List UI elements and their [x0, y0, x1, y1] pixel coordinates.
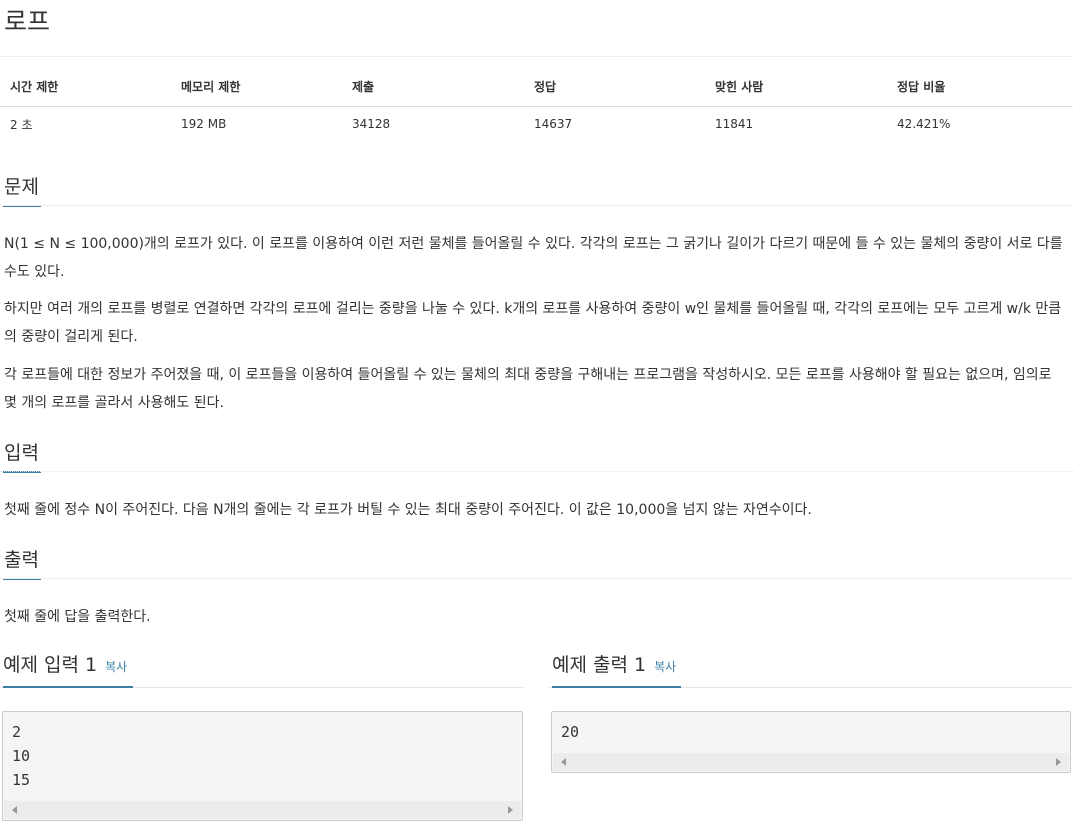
header-memory-limit: 메모리 제한	[171, 78, 342, 107]
code-line: 2	[12, 723, 22, 741]
scroll-left-icon[interactable]	[561, 758, 566, 766]
header-submissions: 제출	[342, 78, 524, 107]
code-line: 20	[561, 723, 580, 741]
copy-sample-input-button[interactable]: 복사	[105, 660, 127, 674]
section-divider	[0, 471, 1073, 472]
section-divider	[0, 205, 1073, 206]
header-solvers: 맞힌 사람	[705, 78, 887, 107]
sample-title-underline	[552, 686, 681, 688]
value-memory-limit: 192 MB	[181, 117, 227, 131]
value-accepted: 14637	[534, 117, 573, 131]
input-description: 첫째 줄에 정수 N이 주어진다. 다음 N개의 줄에는 각 로프가 버틸 수 …	[4, 502, 812, 518]
table-row: 2 초 192 MB 34128 14637 11841 42.421%	[0, 107, 1073, 142]
value-submissions: 34128	[352, 117, 391, 131]
sample-input-title-text: 예제 입력 1	[3, 654, 98, 676]
input-heading: 입력	[4, 442, 39, 464]
output-heading: 출력	[4, 549, 39, 571]
header-accepted: 정답	[524, 78, 705, 107]
copy-sample-output-button[interactable]: 복사	[654, 660, 676, 674]
scroll-right-icon[interactable]	[508, 806, 513, 814]
page-title: 로프	[4, 7, 51, 36]
title-divider	[0, 56, 1073, 57]
value-time-limit: 2 초	[10, 117, 33, 132]
sample-output-title: 예제 출력 1 복사	[552, 650, 676, 677]
sample-output-title-text: 예제 출력 1	[552, 654, 647, 676]
section-divider	[0, 578, 1073, 579]
description-paragraph-1: N(1 ≤ N ≤ 100,000)개의 로프가 있다. 이 로프를 이용하여 …	[4, 236, 1063, 280]
sample-input-title: 예제 입력 1 복사	[3, 650, 127, 677]
table-header-row: 시간 제한 메모리 제한 제출 정답 맞힌 사람 정답 비율	[0, 78, 1073, 107]
sample-title-underline	[3, 686, 133, 688]
code-line: 15	[12, 771, 31, 789]
horizontal-scrollbar[interactable]	[4, 801, 521, 819]
value-accept-ratio: 42.421%	[897, 117, 951, 131]
description-paragraph-2: 하지만 여러 개의 로프를 병렬로 연결하면 각각의 로프에 걸리는 중량을 나…	[4, 301, 1062, 345]
scroll-right-icon[interactable]	[1056, 758, 1061, 766]
description-heading: 문제	[4, 176, 39, 198]
value-solvers: 11841	[715, 117, 754, 131]
header-accept-ratio: 정답 비율	[887, 78, 1073, 107]
description-paragraph-3: 각 로프들에 대한 정보가 주어졌을 때, 이 로프들을 이용하여 들어올릴 수…	[4, 367, 1052, 411]
output-description: 첫째 줄에 답을 출력한다.	[4, 609, 151, 625]
header-time-limit: 시간 제한	[0, 78, 171, 107]
problem-info-table: 시간 제한 메모리 제한 제출 정답 맞힌 사람 정답 비율 2 초 192 M…	[0, 78, 1073, 141]
sample-input-code-block[interactable]: 2 10 15	[2, 711, 523, 821]
scroll-left-icon[interactable]	[12, 806, 17, 814]
horizontal-scrollbar[interactable]	[553, 753, 1069, 771]
code-line: 10	[12, 747, 31, 765]
sample-output-code-block[interactable]: 20	[551, 711, 1071, 773]
